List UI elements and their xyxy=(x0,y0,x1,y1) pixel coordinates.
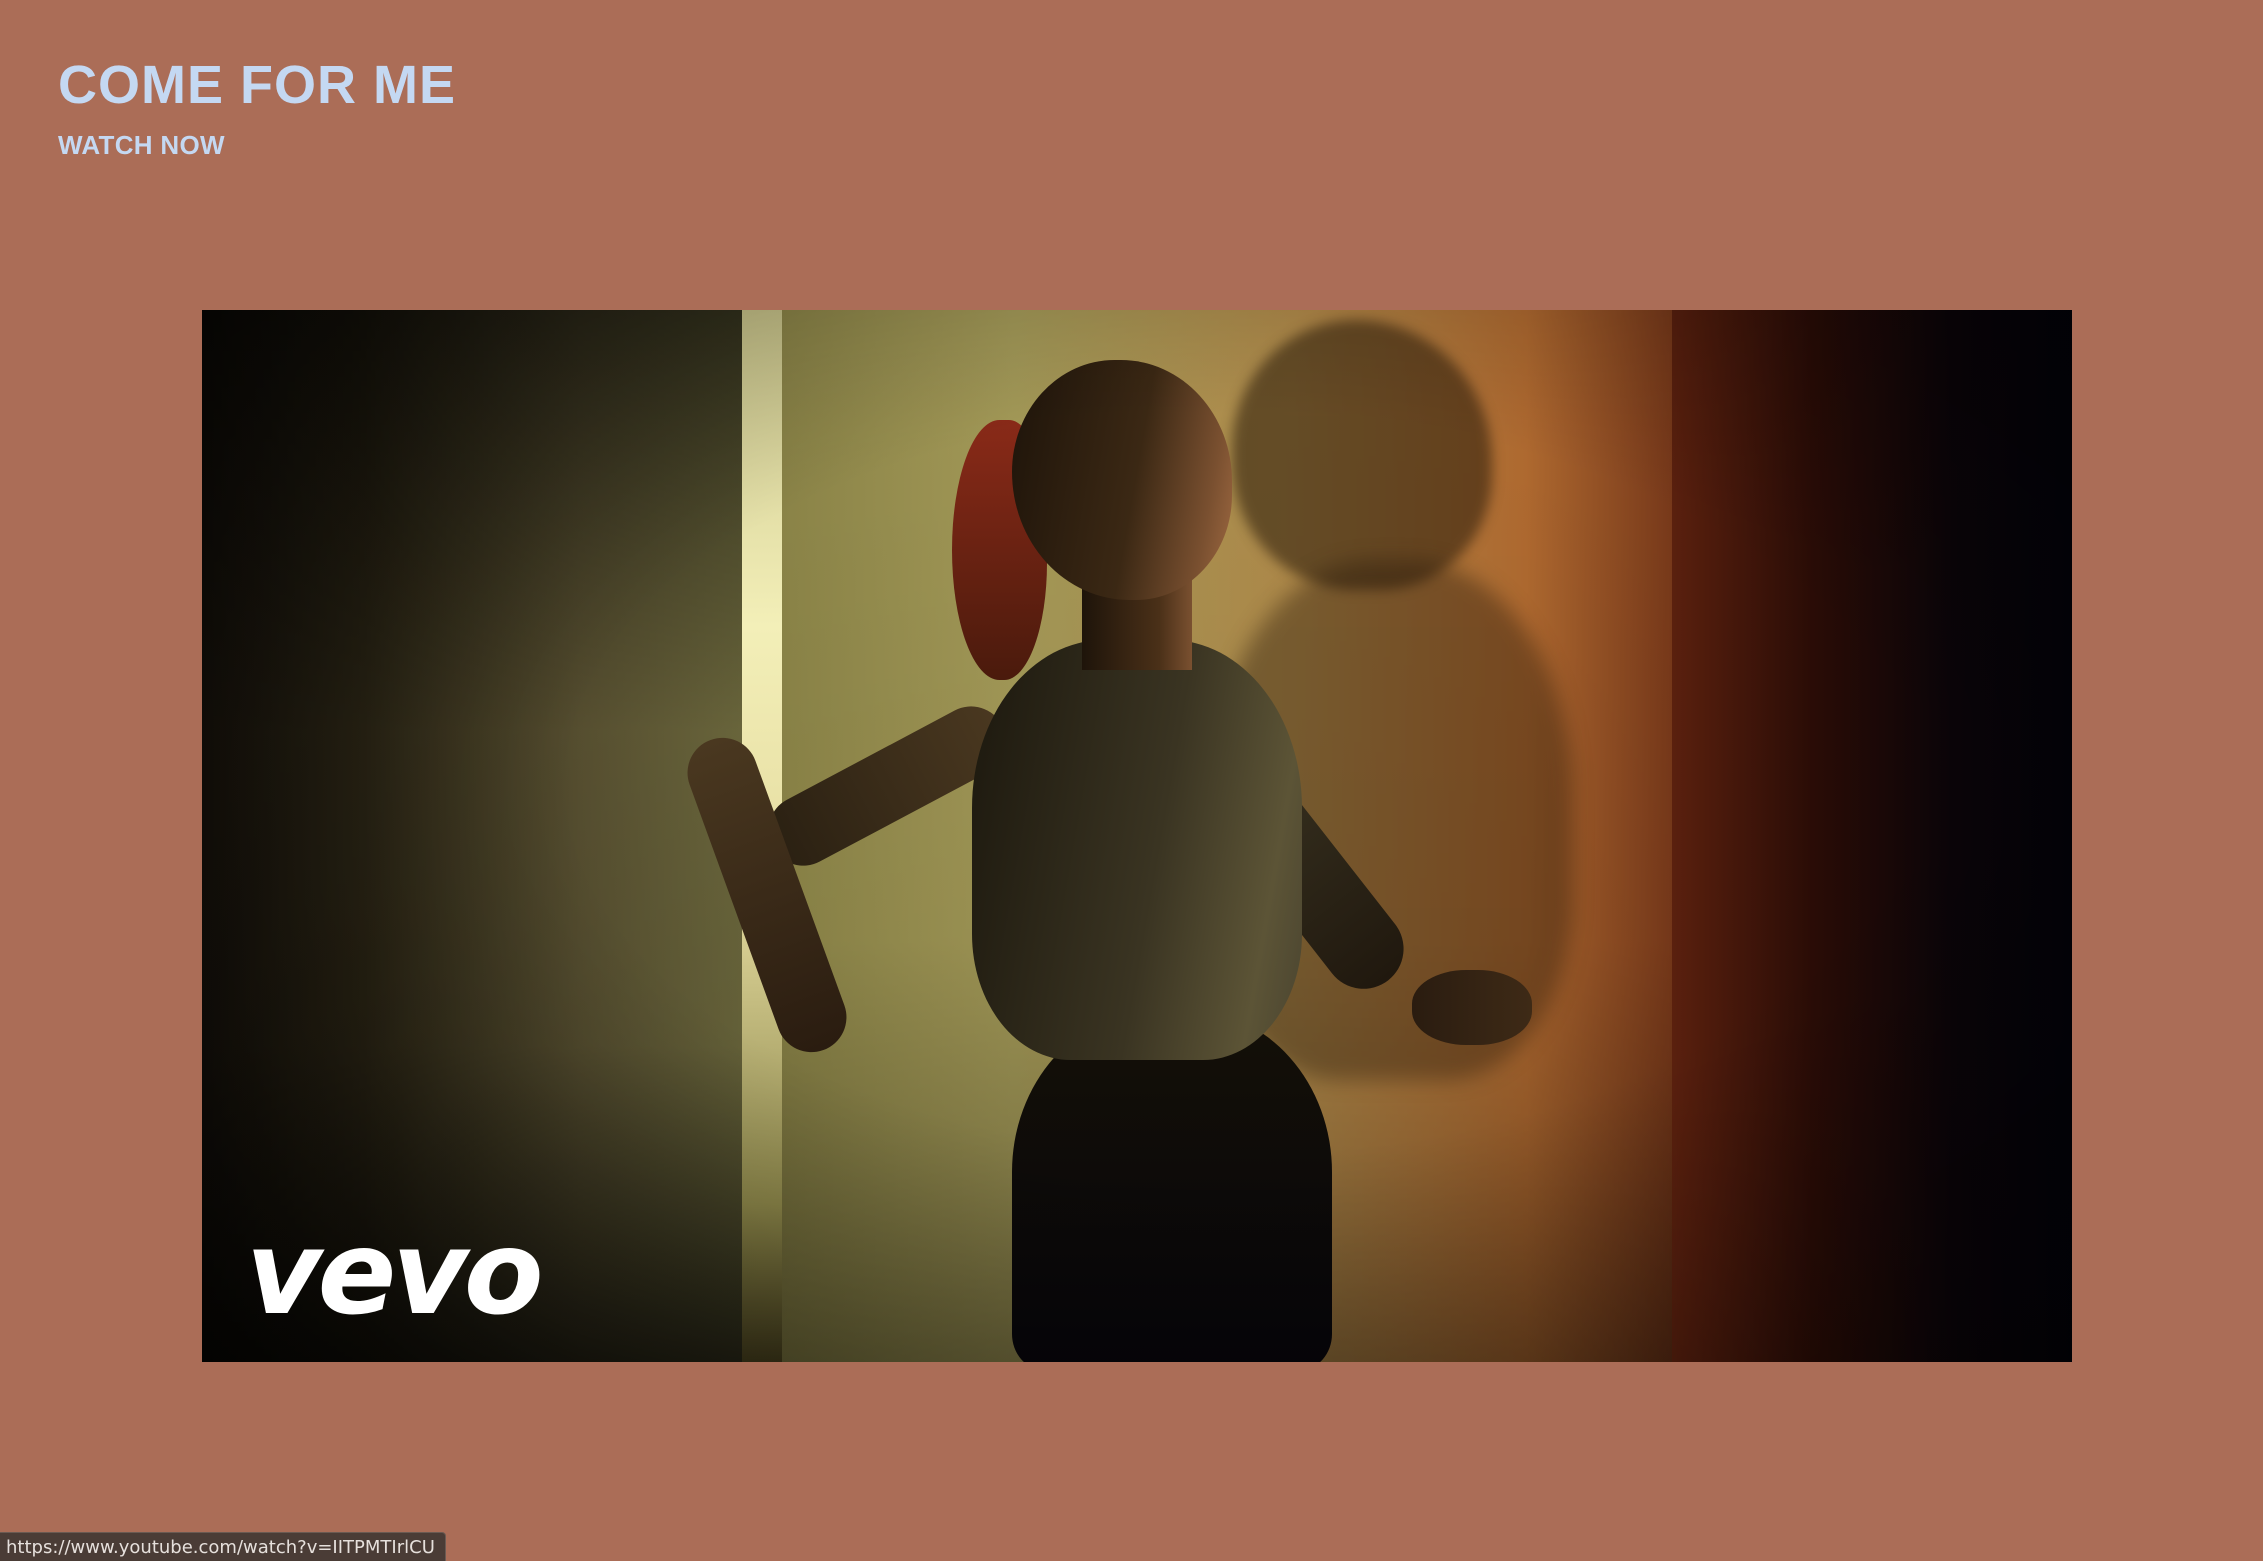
watch-now-link[interactable]: WATCH NOW xyxy=(58,132,225,158)
page-title: COME FOR ME xyxy=(58,55,456,115)
vevo-logo: vevo xyxy=(246,1206,544,1341)
page: COME FOR ME WATCH NOW vevo https://www.y… xyxy=(0,0,2263,1561)
video-thumbnail[interactable]: vevo xyxy=(202,310,2072,1362)
thumbnail-vignette xyxy=(202,310,2072,1362)
status-bar-url: https://www.youtube.com/watch?v=IITPMTIr… xyxy=(0,1532,446,1561)
